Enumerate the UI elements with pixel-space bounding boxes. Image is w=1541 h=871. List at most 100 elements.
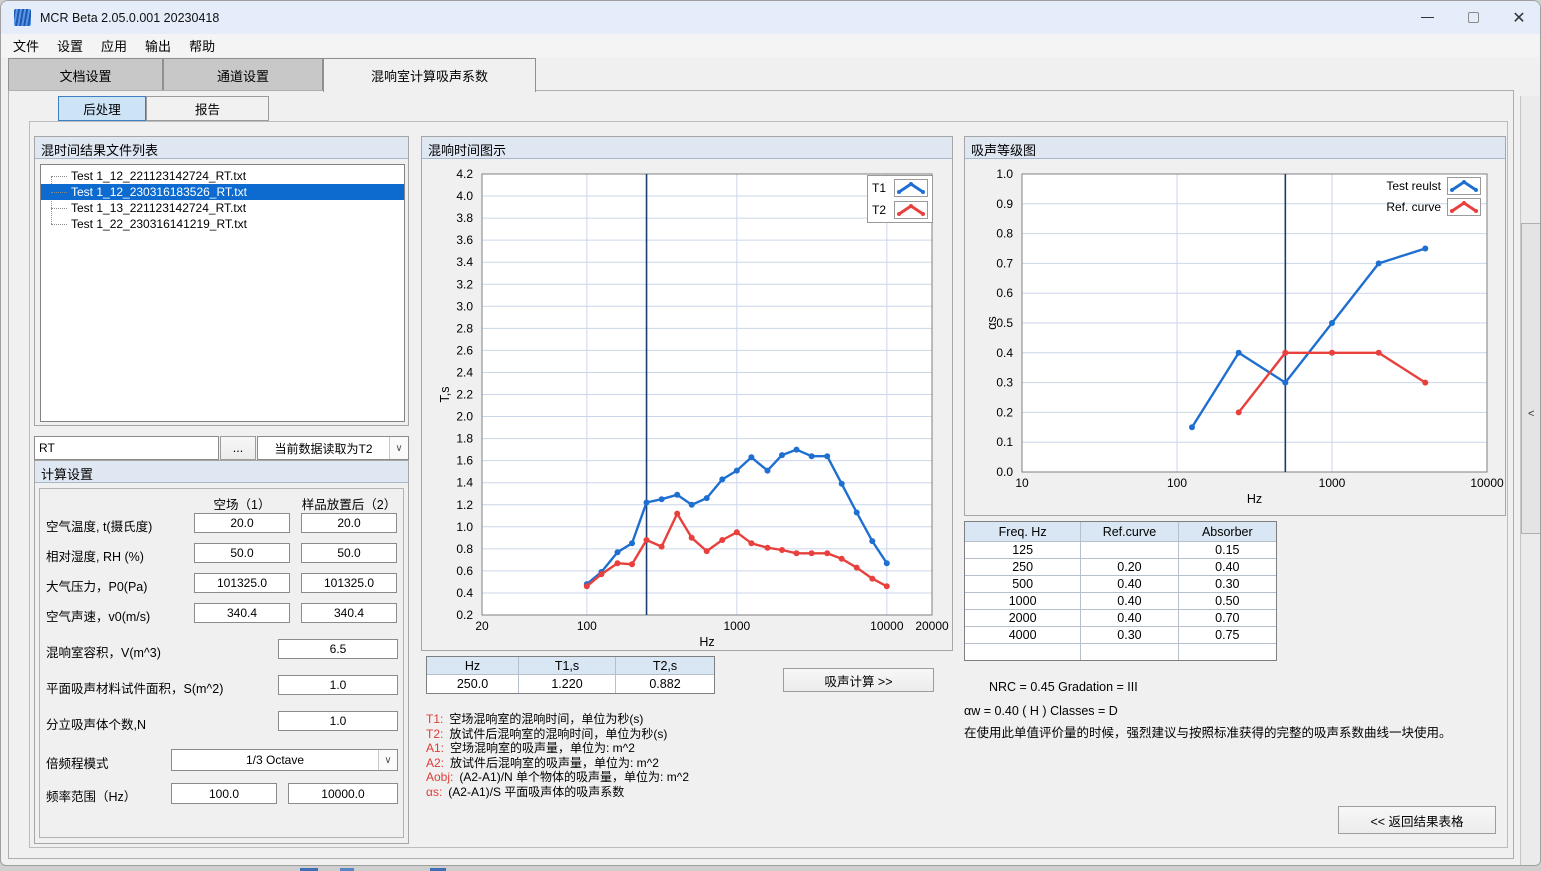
svg-text:2.8: 2.8 — [456, 321, 473, 335]
grade-table-row: 500 0.40 0.30 — [965, 576, 1276, 593]
grade-table-row: 4000 0.30 0.75 — [965, 627, 1276, 644]
menu-item-apply[interactable]: 应用 — [92, 34, 136, 57]
svg-text:Hz: Hz — [699, 635, 714, 649]
col-header-empty-room: 空场（1） — [194, 494, 290, 513]
nrc-text: NRC = 0.45 Gradation = III — [989, 680, 1138, 694]
chevron-left-icon: < — [1528, 408, 1534, 420]
rt-result-table-header: Hz T1,s T2,s — [427, 657, 714, 675]
hint-text: 在使用此单值评价量的时候，强烈建议与按照标准获得的完整的吸声系数曲线一块使用。 — [964, 722, 1452, 741]
svg-text:100: 100 — [1167, 476, 1187, 490]
svg-text:0.2: 0.2 — [996, 405, 1013, 419]
window-title: MCR Beta 2.05.0.001 20230418 — [40, 11, 219, 25]
room-volume-field[interactable] — [278, 639, 398, 659]
octave-mode-combo[interactable]: 1/3 Octave ∨ — [171, 749, 398, 771]
pressure-field-2[interactable] — [301, 573, 397, 593]
svg-text:100: 100 — [577, 619, 597, 633]
svg-text:1.0: 1.0 — [456, 520, 473, 534]
air-temp-field-1[interactable] — [194, 513, 290, 533]
grade-chart-panel-title: 吸声等级图 — [965, 137, 1505, 159]
title-bar: MCR Beta 2.05.0.001 20230418 — [1, 1, 1540, 34]
air-temp-field-2[interactable] — [301, 513, 397, 533]
freq-range-from-field[interactable] — [171, 783, 277, 804]
file-list-panel-title: 混时间结果文件列表 — [35, 137, 408, 159]
sound-speed-field-2[interactable] — [301, 603, 397, 623]
svg-text:2.6: 2.6 — [456, 343, 473, 357]
chevron-down-icon: ∨ — [389, 437, 408, 459]
room-volume-label: 混响室容积，V(m^3) — [46, 642, 161, 661]
svg-text:3.0: 3.0 — [456, 299, 473, 313]
col-header-with-sample: 样品放置后（2） — [299, 494, 399, 513]
grade-table-row: 250 0.20 0.40 — [965, 559, 1276, 576]
humidity-field-2[interactable] — [301, 543, 397, 563]
svg-text:T,s: T,s — [438, 387, 452, 403]
humidity-field-1[interactable] — [194, 543, 290, 563]
legend-entry-ref-curve: Ref. curve — [1353, 198, 1481, 216]
file-item[interactable]: Test 1_13_221123142724_RT.txt — [41, 200, 404, 216]
svg-text:1000: 1000 — [723, 619, 750, 633]
tree-branch-icon — [51, 208, 67, 209]
subtab-postprocess[interactable]: 后处理 — [58, 96, 146, 121]
file-item-selected[interactable]: Test 1_12_230316183526_RT.txt — [41, 184, 404, 200]
note-as: αs:(A2-A1)/S 平面吸声体的吸声系数 — [426, 785, 689, 800]
close-button[interactable]: ✕ — [1496, 1, 1541, 34]
minimize-button[interactable] — [1404, 1, 1450, 34]
collapse-handle[interactable]: < — [1521, 223, 1541, 534]
pressure-field-1[interactable] — [194, 573, 290, 593]
subtab-report[interactable]: 报告 — [146, 96, 269, 121]
grade-table-row: 125 0.15 — [965, 542, 1276, 559]
t1-curve-icon — [894, 179, 928, 197]
svg-text:0.4: 0.4 — [456, 586, 473, 600]
file-list[interactable]: Test 1_12_221123142724_RT.txt Test 1_12_… — [40, 164, 405, 422]
svg-text:0.2: 0.2 — [456, 608, 473, 622]
air-temp-label: 空气温度, t(摄氏度) — [46, 516, 152, 535]
absorb-calc-button[interactable]: 吸声计算 >> — [783, 668, 934, 692]
tab-document-settings[interactable]: 文档设置 — [8, 58, 163, 91]
grade-table: Freq. Hz Ref.curve Absorber 125 0.15 250… — [964, 521, 1277, 661]
freq-range-to-field[interactable] — [288, 783, 398, 804]
svg-text:0.9: 0.9 — [996, 197, 1013, 211]
absorber-count-field[interactable] — [278, 711, 398, 731]
absorber-count-label: 分立吸声体个数,N — [46, 714, 146, 733]
calc-settings-title: 计算设置 — [35, 461, 408, 483]
svg-text:1.8: 1.8 — [456, 432, 473, 446]
data-read-combo[interactable]: 当前数据读取为T2 ∨ — [257, 436, 409, 460]
sample-area-field[interactable] — [278, 675, 398, 695]
svg-text:2.4: 2.4 — [456, 365, 473, 379]
sample-area-label: 平面吸声材料试件面积，S(m^2) — [46, 678, 223, 697]
rt-chart[interactable]: 0.20.40.60.81.01.21.41.61.82.02.22.42.62… — [422, 159, 954, 652]
return-results-button[interactable]: << 返回结果表格 — [1338, 806, 1496, 834]
legend-entry-t2: T2 — [872, 201, 928, 219]
menu-item-help[interactable]: 帮助 — [180, 34, 224, 57]
grade-table-row: 1000 0.40 0.50 — [965, 593, 1276, 610]
menu-item-output[interactable]: 输出 — [136, 34, 180, 57]
t2-curve-icon — [894, 201, 928, 219]
sound-speed-label: 空气声速，v0(m/s) — [46, 606, 150, 625]
menu-item-settings[interactable]: 设置 — [48, 34, 92, 57]
maximize-button[interactable] — [1450, 1, 1496, 34]
humidity-label: 相对湿度, RH (%) — [46, 546, 144, 565]
tab-reverb-absorption[interactable]: 混响室计算吸声系数 — [323, 58, 536, 92]
menu-bar: 文件 设置 应用 输出 帮助 — [1, 34, 1540, 57]
rt-name-input[interactable] — [34, 436, 219, 460]
note-a1: A1:空场混响室的吸声量，单位为: m^2 — [426, 741, 689, 756]
svg-text:4.2: 4.2 — [456, 167, 473, 181]
svg-text:0.6: 0.6 — [996, 286, 1013, 300]
sound-speed-field-1[interactable] — [194, 603, 290, 623]
octave-mode-value: 1/3 Octave — [172, 753, 378, 767]
svg-text:10: 10 — [1015, 476, 1029, 490]
svg-text:1.6: 1.6 — [456, 454, 473, 468]
svg-text:3.8: 3.8 — [456, 211, 473, 225]
maximize-icon — [1468, 12, 1479, 23]
note-a2: A2:放试件后混响室的吸声量，单位为: m^2 — [426, 756, 689, 771]
svg-text:1000: 1000 — [1319, 476, 1346, 490]
browse-button[interactable]: ... — [220, 436, 256, 460]
tab-channel-settings[interactable]: 通道设置 — [163, 58, 323, 91]
svg-text:0.4: 0.4 — [996, 346, 1013, 360]
aw-text: αw = 0.40 ( H ) Classes = D — [964, 704, 1118, 718]
tree-branch-icon — [51, 224, 67, 225]
svg-text:0.8: 0.8 — [996, 227, 1013, 241]
svg-text:1.0: 1.0 — [996, 167, 1013, 181]
menu-item-file[interactable]: 文件 — [4, 34, 48, 57]
file-item[interactable]: Test 1_12_221123142724_RT.txt — [41, 168, 404, 184]
file-item[interactable]: Test 1_22_230316141219_RT.txt — [41, 216, 404, 232]
